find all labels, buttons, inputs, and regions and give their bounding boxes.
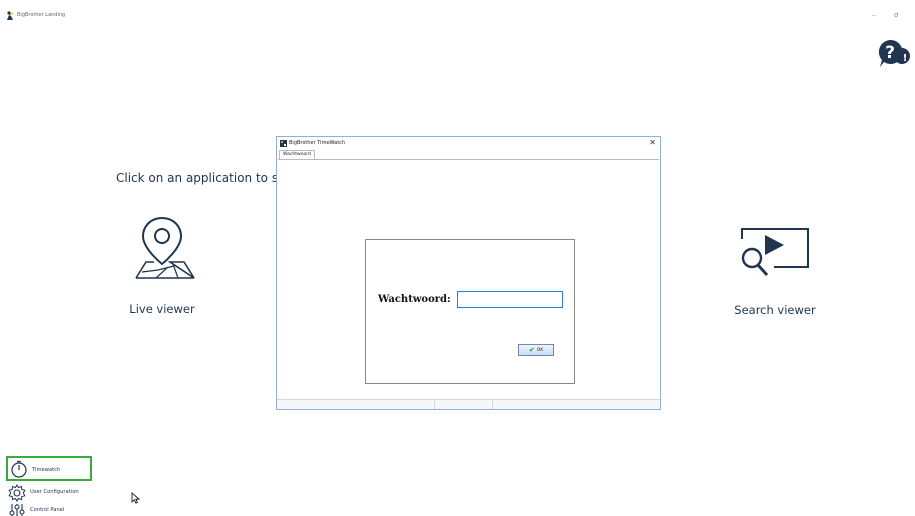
video-search-icon	[741, 228, 809, 277]
dialog-titlebar: BigBrother TimeWatch ✕	[277, 137, 660, 150]
dialog-body: Wachtwoord: ✔ OK	[278, 159, 659, 399]
stopwatch-icon	[11, 460, 27, 478]
menu-item-timewatch[interactable]: Timewatch	[6, 456, 92, 481]
svg-text:?: ?	[885, 43, 895, 63]
dialog-close-button[interactable]: ✕	[649, 138, 656, 147]
sliders-icon	[9, 504, 25, 516]
password-label: Wachtwoord:	[378, 294, 451, 305]
tab-wachtwoord[interactable]: Wachtwoord	[279, 150, 315, 159]
minimize-button[interactable]: –	[872, 11, 876, 19]
menu-item-label: Timewatch	[32, 467, 61, 473]
instruction-text: Click on an application to sta	[116, 171, 291, 185]
live-viewer-label: Live viewer	[129, 302, 195, 316]
window-title: BigBrother Landing	[17, 12, 66, 18]
password-input[interactable]	[457, 291, 563, 308]
search-viewer-label: Search viewer	[734, 303, 816, 317]
window-titlebar: BigBrother Landing – σ	[0, 0, 915, 30]
menu-item-control-panel[interactable]: Control Panel	[6, 500, 96, 516]
timewatch-dialog: BigBrother TimeWatch ✕ Wachtwoord Wachtw…	[276, 136, 661, 410]
checkmark-icon: ✔	[528, 345, 535, 354]
status-separator	[492, 401, 493, 409]
live-viewer-tile[interactable]: Live viewer	[110, 210, 214, 320]
dialog-title: BigBrother TimeWatch	[289, 140, 346, 146]
bigbrother-logo-icon	[7, 11, 14, 20]
maximize-button[interactable]: σ	[894, 11, 898, 19]
mouse-cursor-icon	[131, 492, 140, 504]
search-viewer-tile[interactable]: Search viewer	[720, 222, 830, 337]
menu-item-label: User Configuration	[30, 489, 79, 495]
status-separator	[434, 401, 435, 409]
dialog-status-bar	[277, 399, 660, 409]
map-pin-icon	[135, 216, 195, 279]
ok-button-label: OK	[536, 347, 544, 353]
menu-item-label: Control Panel	[30, 507, 65, 513]
svg-text:!: !	[903, 53, 908, 64]
ok-button[interactable]: ✔ OK	[518, 344, 554, 356]
help-chat-icon[interactable]: ? !	[876, 38, 912, 68]
menu-item-user-configuration[interactable]: User Configuration	[6, 482, 96, 502]
password-panel: Wachtwoord: ✔ OK	[365, 239, 575, 384]
timewatch-app-icon	[280, 140, 287, 147]
